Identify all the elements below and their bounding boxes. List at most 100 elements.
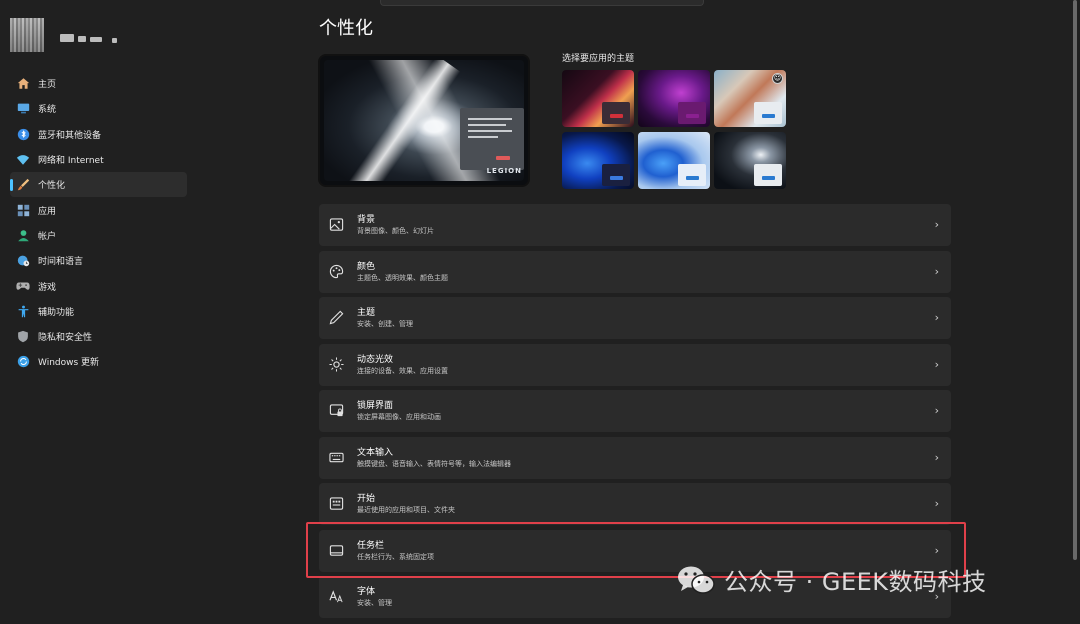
theme-thumbnail-bloom-dark[interactable]	[562, 132, 634, 189]
sidebar-item-label: 游戏	[38, 282, 57, 293]
sidebar-item-accounts[interactable]: 帐户	[10, 223, 187, 248]
sidebar-item-home[interactable]: 主页	[10, 71, 187, 96]
sidebar-item-label: 系统	[38, 105, 57, 116]
theme-thumbnail-purple[interactable]	[638, 70, 710, 127]
sidebar-item-bluetooth[interactable]: 蓝牙和其他设备	[10, 122, 187, 147]
wifi-icon	[16, 153, 30, 167]
chevron-right-icon: ›	[934, 311, 939, 324]
monitor-icon	[16, 102, 30, 116]
setting-colors[interactable]: 颜色 主题色、透明效果、颜色主题 ›	[319, 250, 951, 293]
sidebar-item-network[interactable]: 网络和 Internet	[10, 147, 187, 172]
sidebar-item-apps[interactable]: 应用	[10, 197, 187, 222]
setting-subtitle: 最近使用的应用和项目、文件夹	[357, 506, 455, 514]
sidebar-item-label: 个性化	[38, 181, 66, 192]
lock-screen-icon	[329, 403, 345, 419]
theme-thumbnail-bloom-light[interactable]	[638, 132, 710, 189]
sidebar-item-label: 主页	[38, 80, 57, 91]
chevron-right-icon: ›	[934, 497, 939, 510]
search-box-edge[interactable]	[380, 0, 704, 6]
setting-background[interactable]: 背景背景图像、颜色、幻灯片 ›	[319, 204, 951, 246]
setting-lock-screen[interactable]: 锁屏界面锁定屏幕图像、应用和动画 ›	[319, 390, 951, 432]
light-icon	[329, 356, 345, 373]
setting-themes[interactable]: 主题安装、创建、管理 ›	[319, 297, 951, 339]
preview-window	[460, 108, 524, 170]
bluetooth-icon	[16, 127, 30, 141]
start-icon	[329, 496, 345, 512]
setting-title: 主题	[357, 308, 376, 318]
theme-thumbnail-nature[interactable]: ☺	[714, 70, 786, 127]
setting-subtitle: 安装、管理	[357, 599, 392, 607]
scrollbar[interactable]	[1073, 0, 1077, 560]
sidebar-item-label: 帐户	[38, 231, 57, 242]
setting-subtitle: 连接的设备、效果、应用设置	[357, 366, 448, 375]
image-icon	[329, 217, 345, 233]
font-icon	[329, 589, 345, 605]
wechat-icon	[678, 566, 715, 594]
sidebar-item-label: 辅助功能	[38, 307, 75, 318]
selected-check-icon: ☺	[772, 73, 783, 84]
watermark: 公众号 · GEEK数码科技	[676, 562, 987, 597]
user-name-blur	[112, 38, 117, 43]
accessibility-icon	[16, 304, 30, 318]
avatar	[10, 18, 44, 52]
pen-icon	[329, 310, 345, 326]
gamepad-icon	[16, 279, 30, 293]
themes-label: 选择要应用的主题	[562, 54, 635, 64]
theme-thumbnail-legion[interactable]	[714, 132, 786, 189]
apps-icon	[16, 203, 30, 217]
sidebar-item-system[interactable]: 系统	[10, 96, 187, 121]
setting-title: 文本输入	[357, 447, 394, 458]
setting-subtitle: 触摸键盘、语音输入、表情符号等，输入法编辑器	[357, 459, 511, 468]
sidebar-item-label: 应用	[38, 206, 57, 217]
setting-dynamic-lighting[interactable]: 动态光效 连接的设备、效果、应用设置 ›	[319, 343, 951, 386]
chevron-right-icon: ›	[934, 218, 939, 231]
chevron-right-icon: ›	[934, 450, 939, 464]
chevron-right-icon: ›	[934, 404, 939, 417]
setting-title: 动态光效	[357, 354, 394, 365]
sidebar-item-privacy[interactable]: 隐私和安全性	[10, 324, 187, 349]
theme-thumbnail-glow[interactable]	[562, 70, 634, 127]
themes-grid: ☺	[562, 70, 786, 189]
sidebar-item-label: 网络和 Internet	[38, 156, 104, 167]
sidebar-item-label: Windows 更新	[38, 358, 100, 369]
setting-subtitle: 安装、创建、管理	[357, 320, 413, 328]
sidebar-item-gaming[interactable]: 游戏	[10, 273, 187, 298]
sidebar-item-accessibility[interactable]: 辅助功能	[10, 299, 187, 324]
keyboard-icon	[329, 450, 345, 466]
sidebar-item-windows-update[interactable]: Windows 更新	[10, 349, 187, 374]
user-profile[interactable]	[10, 18, 120, 54]
setting-subtitle: 锁定屏幕图像、应用和动画	[357, 413, 441, 421]
sidebar-item-label: 隐私和安全性	[38, 333, 93, 344]
user-name-blur	[60, 34, 74, 42]
sidebar-item-label: 时间和语言	[38, 257, 84, 268]
watermark-text: 公众号 · GEEK数码科技	[724, 568, 987, 596]
user-name-blur	[90, 37, 102, 42]
update-icon	[16, 355, 30, 369]
theme-preview: LEGION	[318, 54, 530, 187]
sidebar-item-personalization[interactable]: 个性化	[10, 172, 187, 198]
home-icon	[16, 77, 30, 91]
setting-text-input[interactable]: 文本输入 触摸键盘、语音输入、表情符号等，输入法编辑器 ›	[319, 436, 951, 479]
sidebar: 主页 系统 蓝牙和其他设备 网络和 Internet 个性化 应用 帐户 时间和…	[0, 0, 200, 624]
setting-start[interactable]: 开始最近使用的应用和项目、文件夹 ›	[319, 483, 951, 525]
setting-title: 锁屏界面	[357, 401, 394, 411]
sidebar-item-label: 蓝牙和其他设备	[38, 130, 102, 141]
palette-icon	[329, 264, 345, 280]
chevron-right-icon: ›	[934, 357, 939, 371]
sidebar-nav: 主页 系统 蓝牙和其他设备 网络和 Internet 个性化 应用 帐户 时间和…	[10, 71, 187, 375]
preview-logo-text: LEGION	[486, 167, 522, 175]
setting-title: 字体	[357, 587, 376, 597]
setting-title: 开始	[357, 494, 376, 504]
shield-icon	[16, 330, 30, 344]
setting-subtitle: 主题色、透明效果、颜色主题	[357, 273, 448, 282]
user-name-blur	[78, 36, 86, 42]
globe-clock-icon	[16, 254, 30, 268]
setting-subtitle: 背景图像、颜色、幻灯片	[357, 227, 434, 235]
user-icon	[16, 228, 30, 242]
setting-title: 背景	[357, 215, 376, 225]
chevron-right-icon: ›	[934, 264, 939, 278]
setting-title: 颜色	[357, 261, 376, 272]
page-title: 个性化	[319, 18, 373, 39]
brush-icon	[16, 178, 30, 192]
sidebar-item-time-language[interactable]: 时间和语言	[10, 248, 187, 273]
